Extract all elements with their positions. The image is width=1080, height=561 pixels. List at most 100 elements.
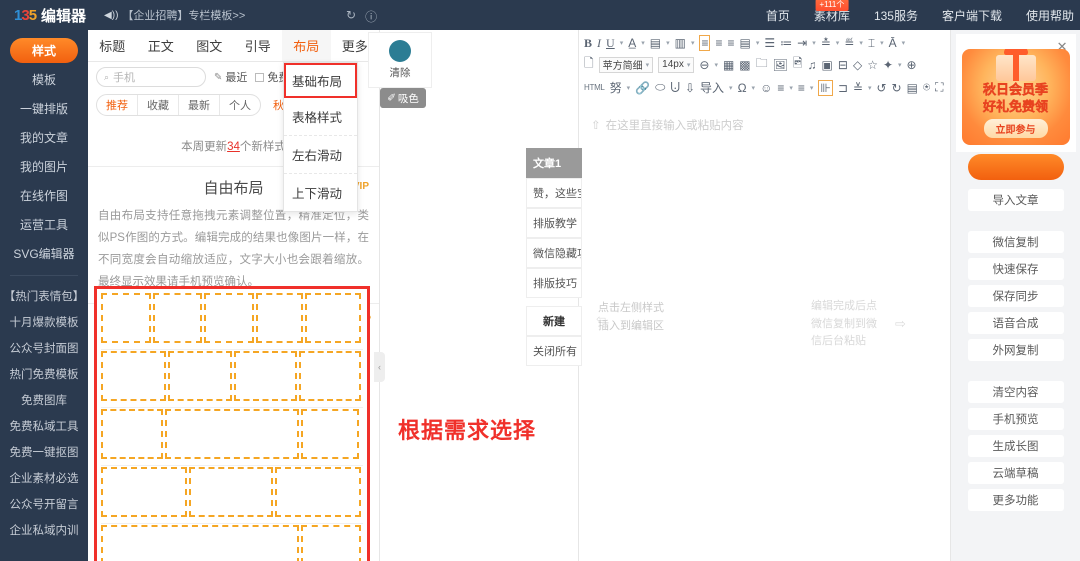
filter-newest[interactable]: 最新 [179, 95, 220, 115]
align-right-icon[interactable]: ≡ [727, 36, 734, 50]
grid-cell[interactable] [101, 467, 187, 517]
stamp-icon[interactable]: ⍟ [923, 80, 930, 95]
mobile-preview-button[interactable]: 手机预览 [967, 408, 1064, 430]
flip-icon[interactable]: ⊐ [838, 81, 848, 95]
recent-button[interactable]: ✎ 最近 [214, 69, 247, 85]
chevron-down-icon[interactable]: ▾ [859, 39, 863, 47]
clear-format-icon[interactable]: ⨃ [670, 80, 680, 95]
video-icon[interactable]: ▣ [822, 58, 833, 72]
tab-guide[interactable]: 引导 [234, 30, 283, 61]
chevron-down-icon[interactable]: ▾ [666, 39, 670, 47]
promo-banner[interactable]: ✕ 秋日会员季 好礼免费领 立即参与 [955, 34, 1076, 152]
article-tab-4[interactable]: 微信隐藏功 [526, 238, 582, 268]
article-tab-5[interactable]: 排版技巧 | [526, 268, 582, 298]
ordered-list-icon[interactable]: ≔ [780, 36, 792, 50]
topnav-item-help[interactable]: 使用帮助 [1026, 7, 1074, 24]
format-brush-icon[interactable]: ⊖ [699, 58, 709, 72]
article-tab-2[interactable]: 赞，这些宝 [526, 178, 582, 208]
paragraph-spacing-icon[interactable]: ≝ [844, 36, 854, 50]
fullscreen-icon[interactable]: ⛶ [935, 80, 943, 95]
panel-collapse-handle[interactable]: ‹ [374, 352, 385, 382]
sidebar-item-styles[interactable]: 样式 [10, 38, 78, 63]
symbol-icon[interactable]: Ω [738, 81, 747, 95]
layout-preview-grid[interactable] [94, 286, 370, 561]
clear-content-button[interactable]: 清空内容 [967, 381, 1064, 403]
grid-row[interactable] [101, 351, 363, 405]
magic-icon[interactable]: ✦ [883, 58, 893, 72]
grid-cell[interactable] [189, 467, 273, 517]
article-tab-1[interactable]: 文章1 [526, 148, 582, 178]
sidebar-item-my-images[interactable]: 我的图片 [0, 152, 88, 181]
grid-cell[interactable] [256, 293, 303, 343]
chevron-down-icon[interactable]: ▾ [812, 39, 816, 47]
grid-row[interactable] [101, 525, 363, 561]
outline-icon[interactable]: ▤ [907, 81, 918, 95]
sidebar-item-my-articles[interactable]: 我的文章 [0, 123, 88, 152]
link-icon[interactable]: 🔗 [635, 81, 650, 95]
topnav-item-services[interactable]: 135服务 [874, 7, 918, 24]
sidebar-item-online-design[interactable]: 在线作图 [0, 181, 88, 210]
sidebar-item-free-templates[interactable]: 热门免费模板 [0, 361, 88, 387]
orange-action-button[interactable] [967, 154, 1064, 180]
grid-cell[interactable] [101, 525, 300, 561]
grid-cell[interactable] [101, 351, 167, 401]
emoji-icon[interactable]: ☺ [760, 81, 772, 95]
logo[interactable]: 135 编辑器 [14, 5, 86, 26]
align-center-icon[interactable]: ≡ [715, 36, 722, 50]
sidebar-item-templates[interactable]: 模板 [0, 65, 88, 94]
filter-personal[interactable]: 个人 [220, 95, 260, 115]
save-sync-button[interactable]: 保存同步 [967, 285, 1064, 307]
font-size-select[interactable]: 14px ▾ [658, 56, 695, 73]
chevron-down-icon[interactable]: ▾ [898, 61, 902, 69]
update-count[interactable]: 34 [227, 141, 240, 153]
grid-row[interactable] [101, 467, 363, 521]
promo-cta-button[interactable]: 立即参与 [983, 118, 1048, 138]
tab-body[interactable]: 正文 [137, 30, 186, 61]
compare-icon[interactable]: ≚ [853, 81, 863, 95]
list-icon[interactable]: ☰ [764, 36, 775, 50]
dropdown-item-horizontal-scroll[interactable]: 左右滑动 [284, 136, 357, 174]
grid-cell[interactable] [168, 351, 232, 401]
chevron-down-icon[interactable]: ▾ [836, 39, 840, 47]
dropdown-item-vertical-scroll[interactable]: 上下滑动 [284, 174, 357, 211]
image-icon[interactable]: 🖼 [773, 58, 788, 72]
unlink-icon[interactable]: ⬭ [655, 80, 665, 95]
grid-cell[interactable] [299, 351, 361, 401]
grid-cell[interactable] [301, 409, 359, 459]
article-tab-3[interactable]: 排版教学 | [526, 208, 582, 238]
grid-icon[interactable]: ▩ [739, 58, 750, 72]
top-notice[interactable]: ◀)) 【企业招聘】专栏模板>> [104, 7, 245, 23]
chevron-down-icon[interactable]: ▾ [752, 84, 756, 92]
font-family-select[interactable]: 苹方简细 ▾ [598, 56, 654, 73]
more-features-button[interactable]: 更多功能 [967, 489, 1064, 511]
grid-row[interactable] [101, 409, 363, 463]
zoom-icon[interactable]: ⊕ [907, 58, 917, 72]
grid-cell[interactable] [203, 293, 255, 343]
close-all-button[interactable]: 关闭所有 [526, 336, 582, 366]
eraser-icon[interactable]: ◇ [853, 58, 862, 72]
divider-icon[interactable]: ⊟ [838, 58, 848, 72]
chevron-down-icon[interactable]: ▾ [620, 39, 624, 47]
sidebar-item-free-cutout[interactable]: 免费一键抠图 [0, 439, 88, 465]
filter-favorites[interactable]: 收藏 [138, 95, 179, 115]
grid-cell[interactable] [153, 293, 202, 343]
sidebar-item-oct-templates[interactable]: 十月爆款模板 [0, 309, 88, 335]
dropdown-item-table-style[interactable]: 表格样式 [284, 98, 357, 136]
voice-synth-button[interactable]: 语音合成 [967, 312, 1064, 334]
sidebar-item-enterprise-materials[interactable]: 企业素材必选 [0, 465, 88, 491]
filter-recommended[interactable]: 推荐 [97, 95, 138, 115]
line-height-icon[interactable]: ≛ [821, 36, 831, 50]
gallery-icon[interactable]: 🖻 [793, 54, 803, 75]
wechat-copy-button[interactable]: 微信复制 [967, 231, 1064, 253]
bullet-list-icon[interactable]: ≡ [777, 81, 784, 95]
letter-spacing-icon[interactable]: Ā [889, 36, 897, 50]
clear-color-label[interactable]: 清除 [390, 65, 411, 80]
eyedropper-button[interactable]: ✐ 吸色 [380, 88, 426, 108]
dropdown-item-basic-layout[interactable]: 基础布局 [284, 63, 357, 98]
sidebar-item-private-training[interactable]: 企业私域内训 [0, 517, 88, 543]
highlight-icon[interactable]: ▤ [650, 36, 661, 50]
sidebar-item-onekey-layout[interactable]: 一键排版 [0, 94, 88, 123]
new-article-button[interactable]: 新建 [526, 306, 582, 336]
chevron-down-icon[interactable]: ▾ [756, 39, 760, 47]
grid-cell[interactable] [165, 409, 299, 459]
